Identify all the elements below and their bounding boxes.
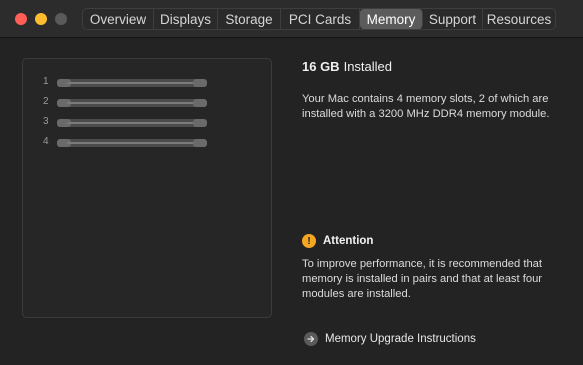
tab-pci-cards[interactable]: PCI Cards — [281, 9, 360, 29]
memory-upgrade-instructions-link[interactable]: Memory Upgrade Instructions — [304, 331, 476, 347]
tab-support[interactable]: Support — [423, 9, 483, 29]
attention-text: To improve performance, it is recommende… — [302, 258, 543, 300]
arrow-right-circle-icon — [304, 332, 318, 346]
exclamation-icon: ! — [302, 234, 316, 248]
memory-module — [57, 119, 207, 127]
memory-module — [57, 79, 207, 87]
tab-overview[interactable]: Overview — [83, 9, 154, 29]
tab-displays[interactable]: Displays — [154, 9, 218, 29]
memory-description: Your Mac contains 4 memory slots, 2 of w… — [302, 93, 550, 120]
attention-label: Attention — [323, 235, 374, 247]
memory-slot: 3 — [23, 116, 273, 129]
slot-number: 3 — [43, 116, 49, 127]
titlebar: Overview Displays Storage PCI Cards Memo… — [0, 0, 583, 38]
memory-module — [57, 139, 207, 147]
close-button[interactable] — [15, 13, 27, 25]
slot-number: 2 — [43, 96, 49, 107]
tab-storage[interactable]: Storage — [218, 9, 281, 29]
memory-installed-heading: 16 GB Installed — [302, 59, 392, 74]
minimize-button[interactable] — [35, 13, 47, 25]
system-info-window: Overview Displays Storage PCI Cards Memo… — [0, 0, 583, 365]
slot-number: 1 — [43, 76, 49, 87]
upgrade-link-label: Memory Upgrade Instructions — [325, 333, 476, 345]
memory-slot: 1 — [23, 76, 273, 89]
zoom-button[interactable] — [55, 13, 67, 25]
attention-heading: ! Attention — [302, 233, 373, 249]
memory-slots-panel: 1 2 3 4 — [22, 58, 272, 318]
tab-bar: Overview Displays Storage PCI Cards Memo… — [82, 8, 556, 30]
tab-resources[interactable]: Resources — [483, 9, 555, 29]
memory-slot: 2 — [23, 96, 273, 109]
memory-slot: 4 — [23, 136, 273, 149]
memory-amount: 16 GB — [302, 59, 340, 74]
memory-module — [57, 99, 207, 107]
tab-memory[interactable]: Memory — [360, 9, 423, 29]
memory-installed-label: Installed — [343, 59, 392, 74]
slot-number: 4 — [43, 136, 49, 147]
